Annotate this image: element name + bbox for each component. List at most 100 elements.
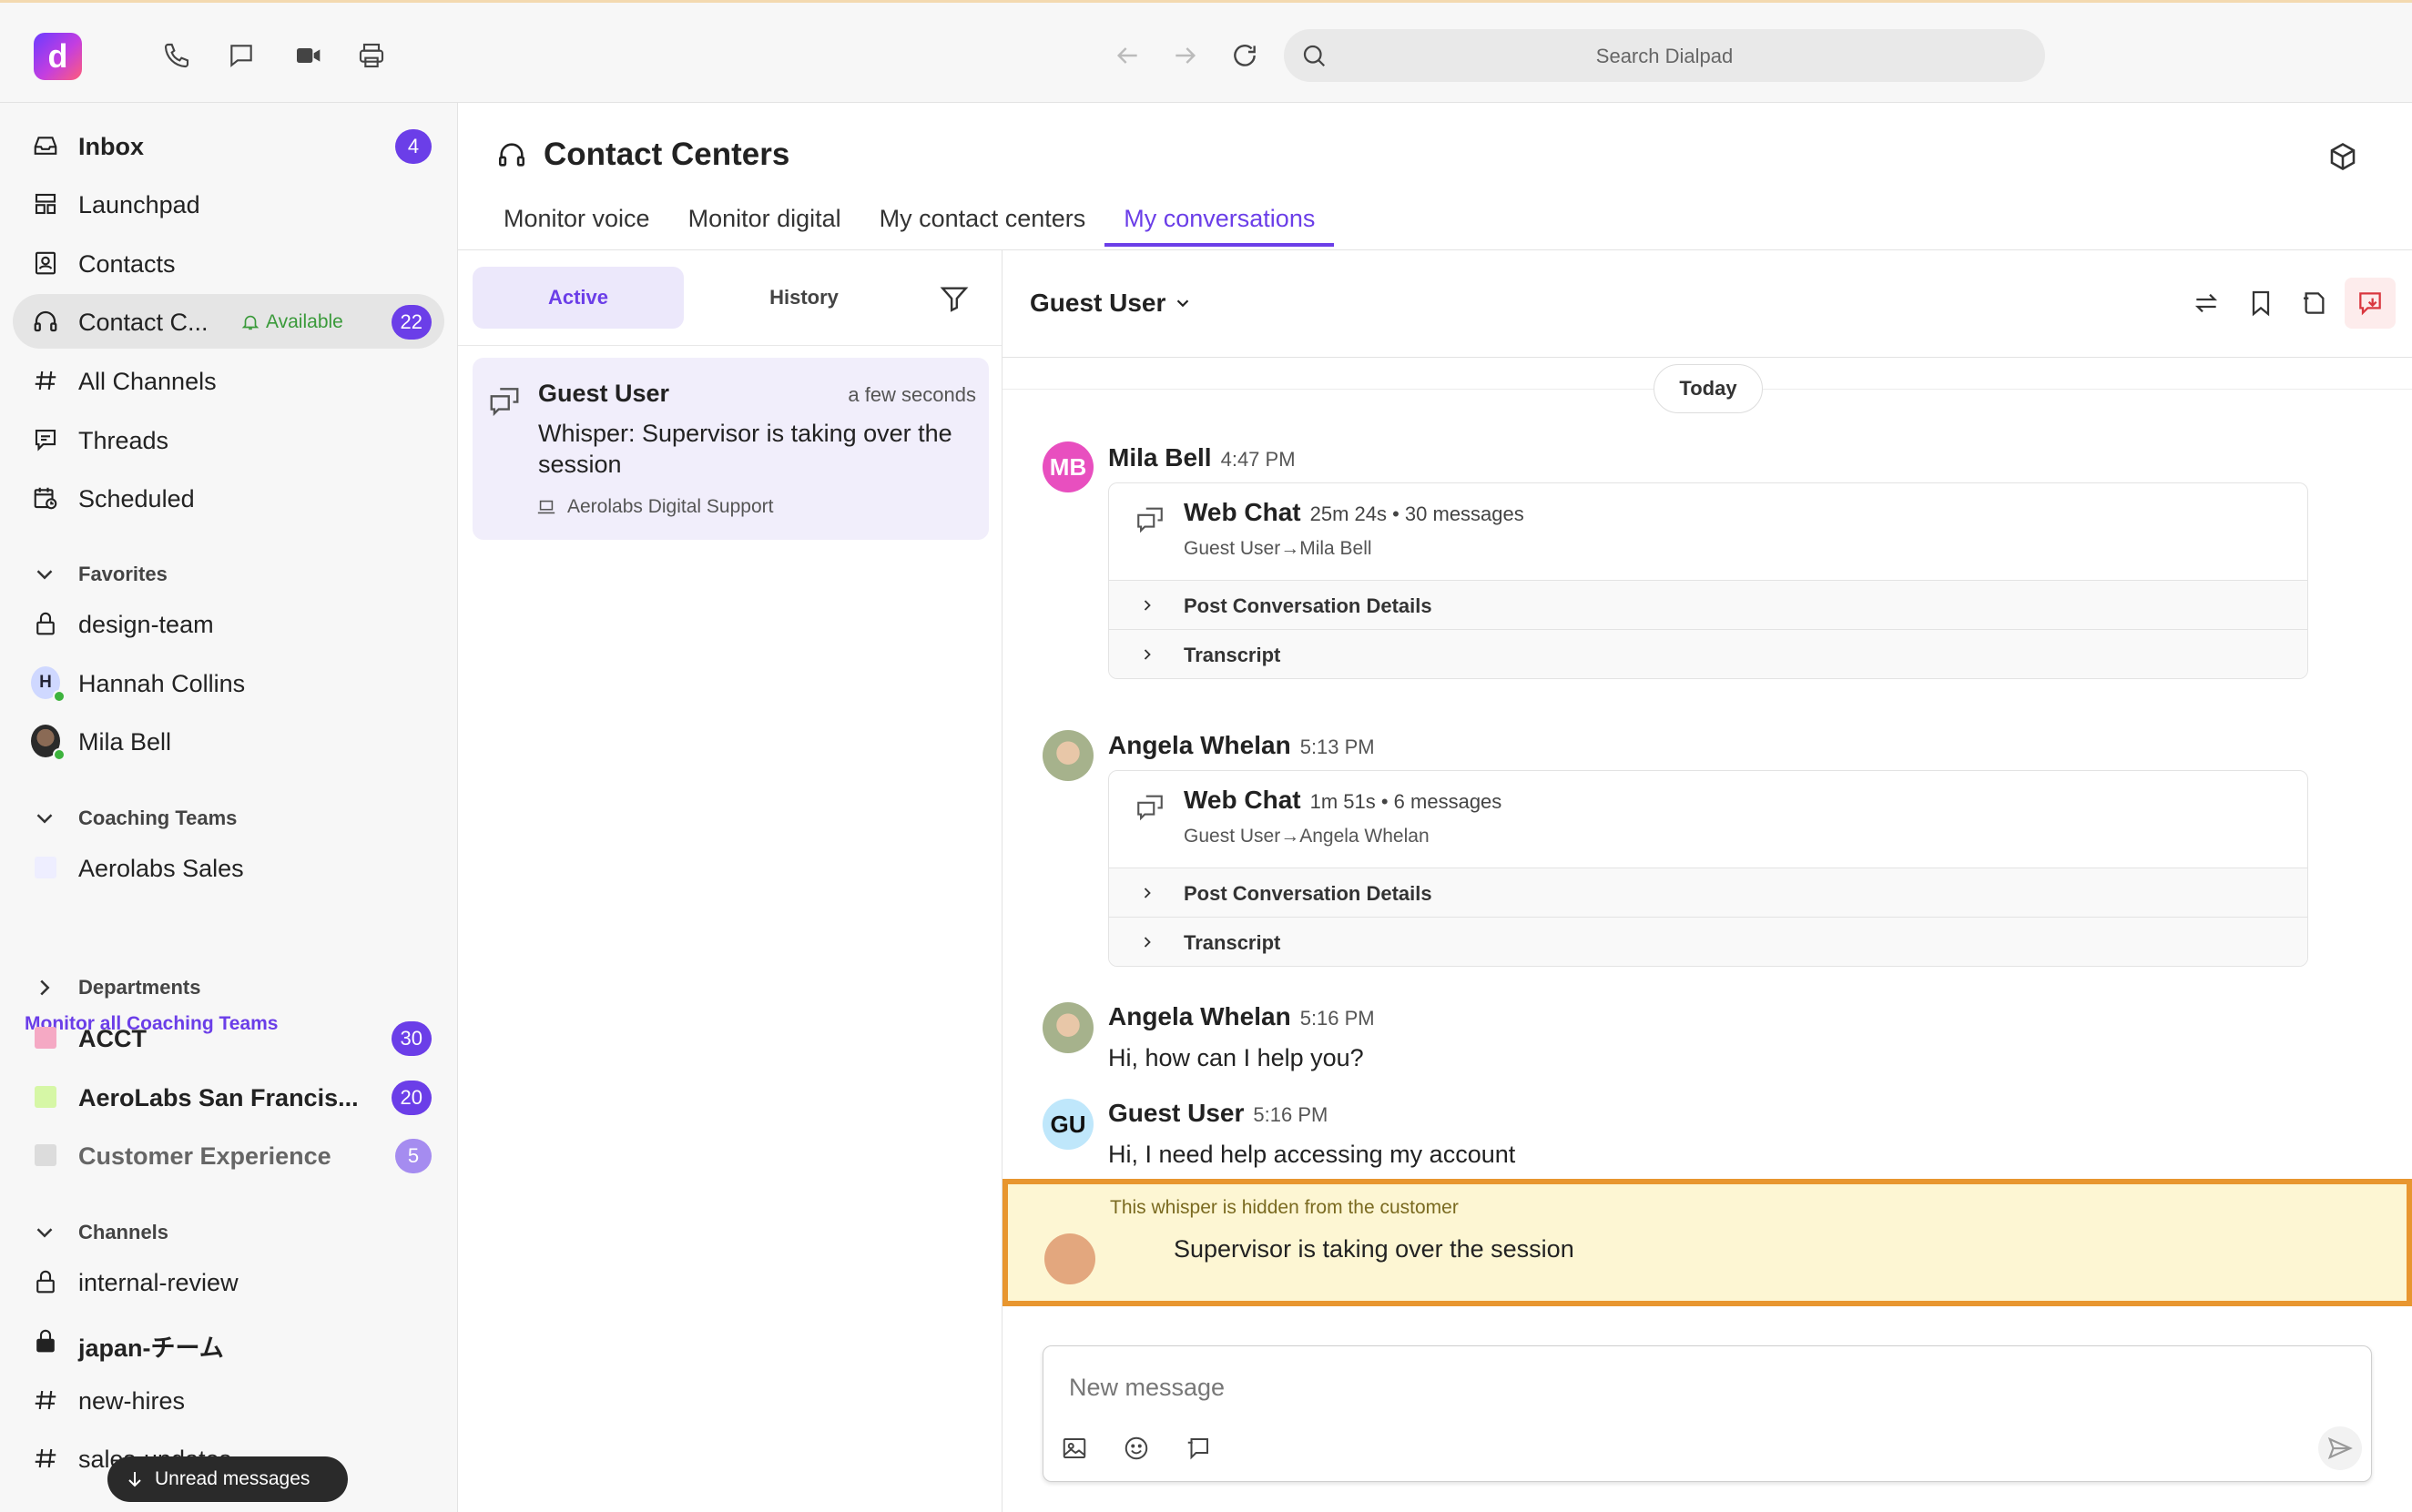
sidebar-item-design-team[interactable]: design-team [13, 596, 444, 651]
post-conversation-details-toggle[interactable]: Post Conversation Details [1109, 868, 2307, 917]
sidebar-item-contacts[interactable]: Contacts [13, 236, 444, 290]
video-icon[interactable] [290, 37, 326, 74]
sidebar-item-threads[interactable]: Threads [13, 412, 444, 467]
departments-header[interactable]: Departments [13, 974, 444, 1001]
chat-panel: Guest User Today MB Mila Bell 4:47 PM We… [1002, 250, 2412, 1512]
message-text: Hi, how can I help you? [1108, 1044, 1364, 1071]
sidebar-item-all-channels[interactable]: All Channels [13, 353, 444, 408]
message-icon[interactable] [223, 37, 260, 74]
sidebar-item-label: Hannah Collins [78, 670, 246, 697]
coaching-teams-header[interactable]: Coaching Teams [13, 805, 444, 832]
tab-bar: Monitor voice Monitor digital My contact… [504, 205, 1335, 247]
launchpad-icon [31, 189, 60, 218]
transfer-icon[interactable] [2188, 285, 2224, 321]
sidebar-item-scheduled[interactable]: Scheduled [13, 471, 444, 525]
transcript-toggle[interactable]: Transcript [1109, 629, 2307, 678]
sidebar-item-customer-experience[interactable]: Customer Experience 5 [13, 1128, 444, 1182]
web-chat-route: Guest User→Angela Whelan [1184, 826, 1430, 847]
count-badge: 22 [391, 305, 432, 340]
message-composer[interactable]: New message [1043, 1345, 2372, 1482]
post-conversation-details-toggle[interactable]: Post Conversation Details [1109, 580, 2307, 629]
channels-header[interactable]: Channels [13, 1219, 444, 1246]
hash-icon [31, 366, 60, 395]
tab-my-conversations[interactable]: My conversations [1104, 205, 1335, 247]
conversation-time: a few seconds [848, 383, 976, 406]
author-name: Angela Whelan [1108, 731, 1291, 759]
transcript-toggle[interactable]: Transcript [1109, 917, 2307, 966]
bookmark-icon[interactable] [2243, 285, 2279, 321]
history-tab-button[interactable]: History [698, 267, 910, 329]
availability-status[interactable]: Available [240, 311, 343, 333]
chevron-down-icon [1177, 299, 1189, 308]
message-time: 4:47 PM [1220, 448, 1296, 471]
sidebar-item-internal-review[interactable]: internal-review [13, 1254, 444, 1309]
bell-icon [241, 315, 260, 330]
sidebar-item-hannah-collins[interactable]: H Hannah Collins [13, 655, 444, 710]
contact-name-dropdown[interactable]: Guest User [1030, 289, 1193, 318]
online-status-dot [53, 748, 66, 761]
tab-monitor-voice[interactable]: Monitor voice [504, 205, 669, 246]
favorites-header[interactable]: Favorites [13, 561, 444, 588]
sidebar-item-label: Launchpad [78, 191, 200, 218]
sidebar-item-new-hires[interactable]: new-hires [13, 1373, 444, 1427]
author-name: Guest User [1108, 1099, 1245, 1127]
section-title: Coaching Teams [78, 807, 238, 829]
sidebar-item-aerolabs-sales[interactable]: Aerolabs Sales [13, 840, 444, 895]
lock-icon [31, 609, 60, 638]
sidebar-item-mila-bell[interactable]: Mila Bell [13, 714, 444, 768]
sidebar-item-japan-team[interactable]: japan-チーム [13, 1314, 444, 1368]
tab-monitor-digital[interactable]: Monitor digital [669, 205, 860, 246]
conversation-list-panel: Active History Guest User a few seconds … [458, 250, 1002, 1512]
web-chat-title: Web Chat 25m 24s • 30 messages [1184, 498, 1524, 526]
emoji-icon[interactable] [1120, 1432, 1153, 1465]
sidebar-item-label: ACCT [78, 1025, 147, 1052]
headset-icon [498, 143, 525, 167]
message-input[interactable]: New message [1069, 1374, 1225, 1402]
sidebar-item-aerolabs-sf[interactable]: AeroLabs San Francis... 20 [13, 1070, 444, 1124]
back-arrow-icon[interactable] [1109, 37, 1145, 74]
refresh-icon[interactable] [1226, 37, 1263, 74]
end-session-icon[interactable] [2345, 278, 2396, 329]
web-chat-summary-card: Web Chat 1m 51s • 6 messages Guest User→A… [1108, 770, 2308, 967]
chat-bubbles-icon [1137, 795, 1163, 821]
search-placeholder: Search Dialpad [1595, 45, 1734, 67]
phone-icon[interactable] [158, 37, 195, 74]
avatar: GU [1043, 1099, 1094, 1150]
canned-response-icon[interactable] [1182, 1432, 1215, 1465]
dialpad-logo[interactable]: d [34, 33, 82, 80]
message-time: 5:13 PM [1299, 736, 1375, 758]
cube-icon[interactable] [2326, 140, 2359, 173]
top-bar: d Search Dialpad [0, 0, 2412, 103]
conversation-item[interactable]: Guest User a few seconds Whisper: Superv… [473, 358, 989, 540]
tab-my-contact-centers[interactable]: My contact centers [860, 205, 1105, 246]
sidebar-item-label: Customer Experience [78, 1142, 331, 1170]
unread-messages-label: Unread messages [155, 1468, 310, 1489]
message-author: Angela Whelan 5:13 PM [1108, 731, 1375, 760]
message-time: 5:16 PM [1253, 1103, 1328, 1126]
chevron-right-icon [40, 979, 50, 996]
sidebar-item-acct[interactable]: ACCT 30 [13, 1010, 444, 1065]
sidebar-item-contact-centers[interactable]: Contact C... Available 22 [13, 294, 444, 349]
filter-icon[interactable] [939, 283, 970, 314]
sidebar-item-launchpad[interactable]: Launchpad [13, 177, 444, 231]
web-chat-meta: 25m 24s • 30 messages [1309, 502, 1524, 525]
headset-icon [31, 307, 60, 336]
row-label: Post Conversation Details [1184, 882, 1432, 905]
calendar-clock-icon [31, 483, 60, 512]
printer-icon[interactable] [353, 37, 390, 74]
send-button[interactable] [2318, 1426, 2362, 1470]
date-divider: Today [1654, 364, 1763, 413]
unread-messages-button[interactable]: Unread messages [107, 1456, 348, 1502]
chevron-right-icon [1144, 937, 1151, 948]
active-tab-button[interactable]: Active [473, 267, 684, 329]
search-input[interactable]: Search Dialpad [1284, 29, 2045, 82]
online-status-dot [53, 690, 66, 703]
image-icon[interactable] [1058, 1432, 1091, 1465]
avatar: MB [1043, 441, 1094, 492]
sidebar-item-inbox[interactable]: Inbox 4 [13, 118, 444, 173]
count-badge: 30 [391, 1021, 432, 1056]
forward-arrow-icon[interactable] [1167, 37, 1204, 74]
notes-icon[interactable] [2296, 285, 2333, 321]
department-color-swatch [31, 1141, 60, 1170]
sidebar-item-label: internal-review [78, 1269, 239, 1296]
